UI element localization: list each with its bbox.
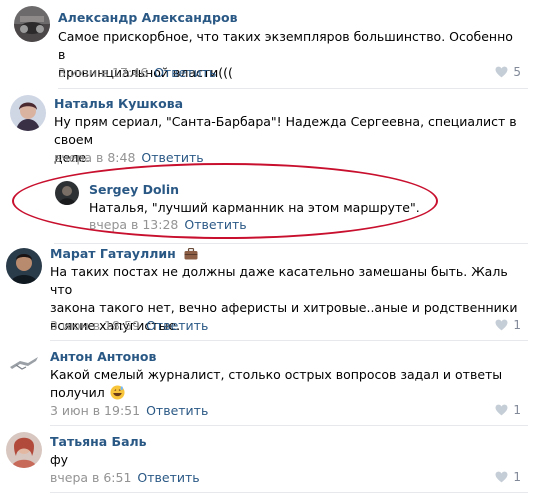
comment-meta: 3 июн в 18:59 Ответить bbox=[50, 318, 208, 333]
comment-text-line: Наталья, "лучший карманник на этом маршр… bbox=[89, 200, 420, 215]
author-link[interactable]: Марат Гатауллин bbox=[50, 246, 176, 261]
comment-date[interactable]: 3 июн в 18:59 bbox=[50, 318, 140, 333]
comment-author: Марат Гатауллин bbox=[50, 246, 198, 263]
separator bbox=[50, 340, 528, 341]
reply-button[interactable]: Ответить bbox=[184, 217, 246, 232]
like-count: 1 bbox=[513, 403, 521, 417]
reply-button[interactable]: Ответить bbox=[137, 470, 199, 485]
comment-text-line: Самое прискорбное, что таких экземпляров… bbox=[58, 29, 513, 62]
comment-text-line-text: получил bbox=[50, 385, 105, 400]
comment-date[interactable]: вчера в 13:28 bbox=[89, 217, 178, 232]
like-button[interactable]: 1 bbox=[495, 403, 521, 417]
reply-button[interactable]: Ответить bbox=[146, 403, 208, 418]
comment-author[interactable]: Антон Антонов bbox=[50, 349, 156, 364]
reply-button[interactable]: Ответить bbox=[146, 318, 208, 333]
like-button[interactable]: 1 bbox=[495, 318, 521, 332]
separator bbox=[54, 243, 528, 244]
reply-button[interactable]: Ответить bbox=[141, 150, 203, 165]
like-button[interactable]: 5 bbox=[495, 65, 521, 79]
heart-icon bbox=[495, 404, 508, 416]
comment-text-line: закона такого нет, вечно аферисты и хитр… bbox=[50, 300, 518, 315]
comment-text-line: Какой смелый журналист, столько острых в… bbox=[50, 367, 503, 382]
comment-text-line: фу bbox=[50, 452, 69, 467]
heart-icon bbox=[495, 319, 508, 331]
comment-author[interactable]: Татьяна Баль bbox=[50, 434, 147, 449]
separator bbox=[50, 425, 528, 426]
comment-text: Наталья, "лучший карманник на этом маршр… bbox=[89, 199, 489, 217]
comment-date[interactable]: 3 июн в 19:51 bbox=[50, 403, 140, 418]
comment-author[interactable]: Наталья Кушкова bbox=[54, 96, 183, 111]
grinning-sweat-emoji-icon bbox=[110, 385, 125, 405]
like-count: 1 bbox=[513, 318, 521, 332]
like-button[interactable]: 1 bbox=[495, 470, 521, 484]
comment-meta: вчера в 8:48 Ответить bbox=[54, 150, 204, 165]
comment-date[interactable]: 3 июн в 17:46 bbox=[58, 65, 148, 80]
like-count: 1 bbox=[513, 470, 521, 484]
comment-meta: вчера в 13:28 Ответить bbox=[89, 217, 247, 232]
comment-date[interactable]: вчера в 8:48 bbox=[54, 150, 135, 165]
comment-author[interactable]: Sergey Dolin bbox=[89, 182, 179, 197]
like-count: 5 bbox=[513, 65, 521, 79]
avatar[interactable] bbox=[6, 432, 42, 468]
comment-meta: 3 июн в 17:46 Ответить bbox=[58, 65, 216, 80]
avatar[interactable] bbox=[14, 6, 50, 42]
comment-text: фу bbox=[50, 451, 520, 469]
comment-meta: вчера в 6:51 Ответить bbox=[50, 470, 200, 485]
separator bbox=[50, 492, 528, 493]
reply-button[interactable]: Ответить bbox=[154, 65, 216, 80]
comment-text: Какой смелый журналист, столько острых в… bbox=[50, 366, 520, 405]
heart-icon bbox=[495, 471, 508, 483]
avatar[interactable] bbox=[55, 181, 79, 205]
comment-author[interactable]: Александр Александров bbox=[58, 10, 237, 25]
comment-text-line: Ну прям сериал, "Санта-Барбара"! Надежда… bbox=[54, 114, 517, 147]
comment-text-line: На таких постах не должны даже касательн… bbox=[50, 264, 508, 297]
avatar[interactable] bbox=[6, 345, 42, 381]
heart-icon bbox=[495, 66, 508, 78]
comment-meta: 3 июн в 19:51 Ответить bbox=[50, 403, 208, 418]
avatar[interactable] bbox=[6, 248, 42, 284]
comment-date[interactable]: вчера в 6:51 bbox=[50, 470, 131, 485]
briefcase-icon bbox=[184, 247, 198, 263]
comment-text-line: получил bbox=[50, 384, 520, 405]
avatar[interactable] bbox=[10, 95, 46, 131]
separator bbox=[58, 88, 528, 89]
